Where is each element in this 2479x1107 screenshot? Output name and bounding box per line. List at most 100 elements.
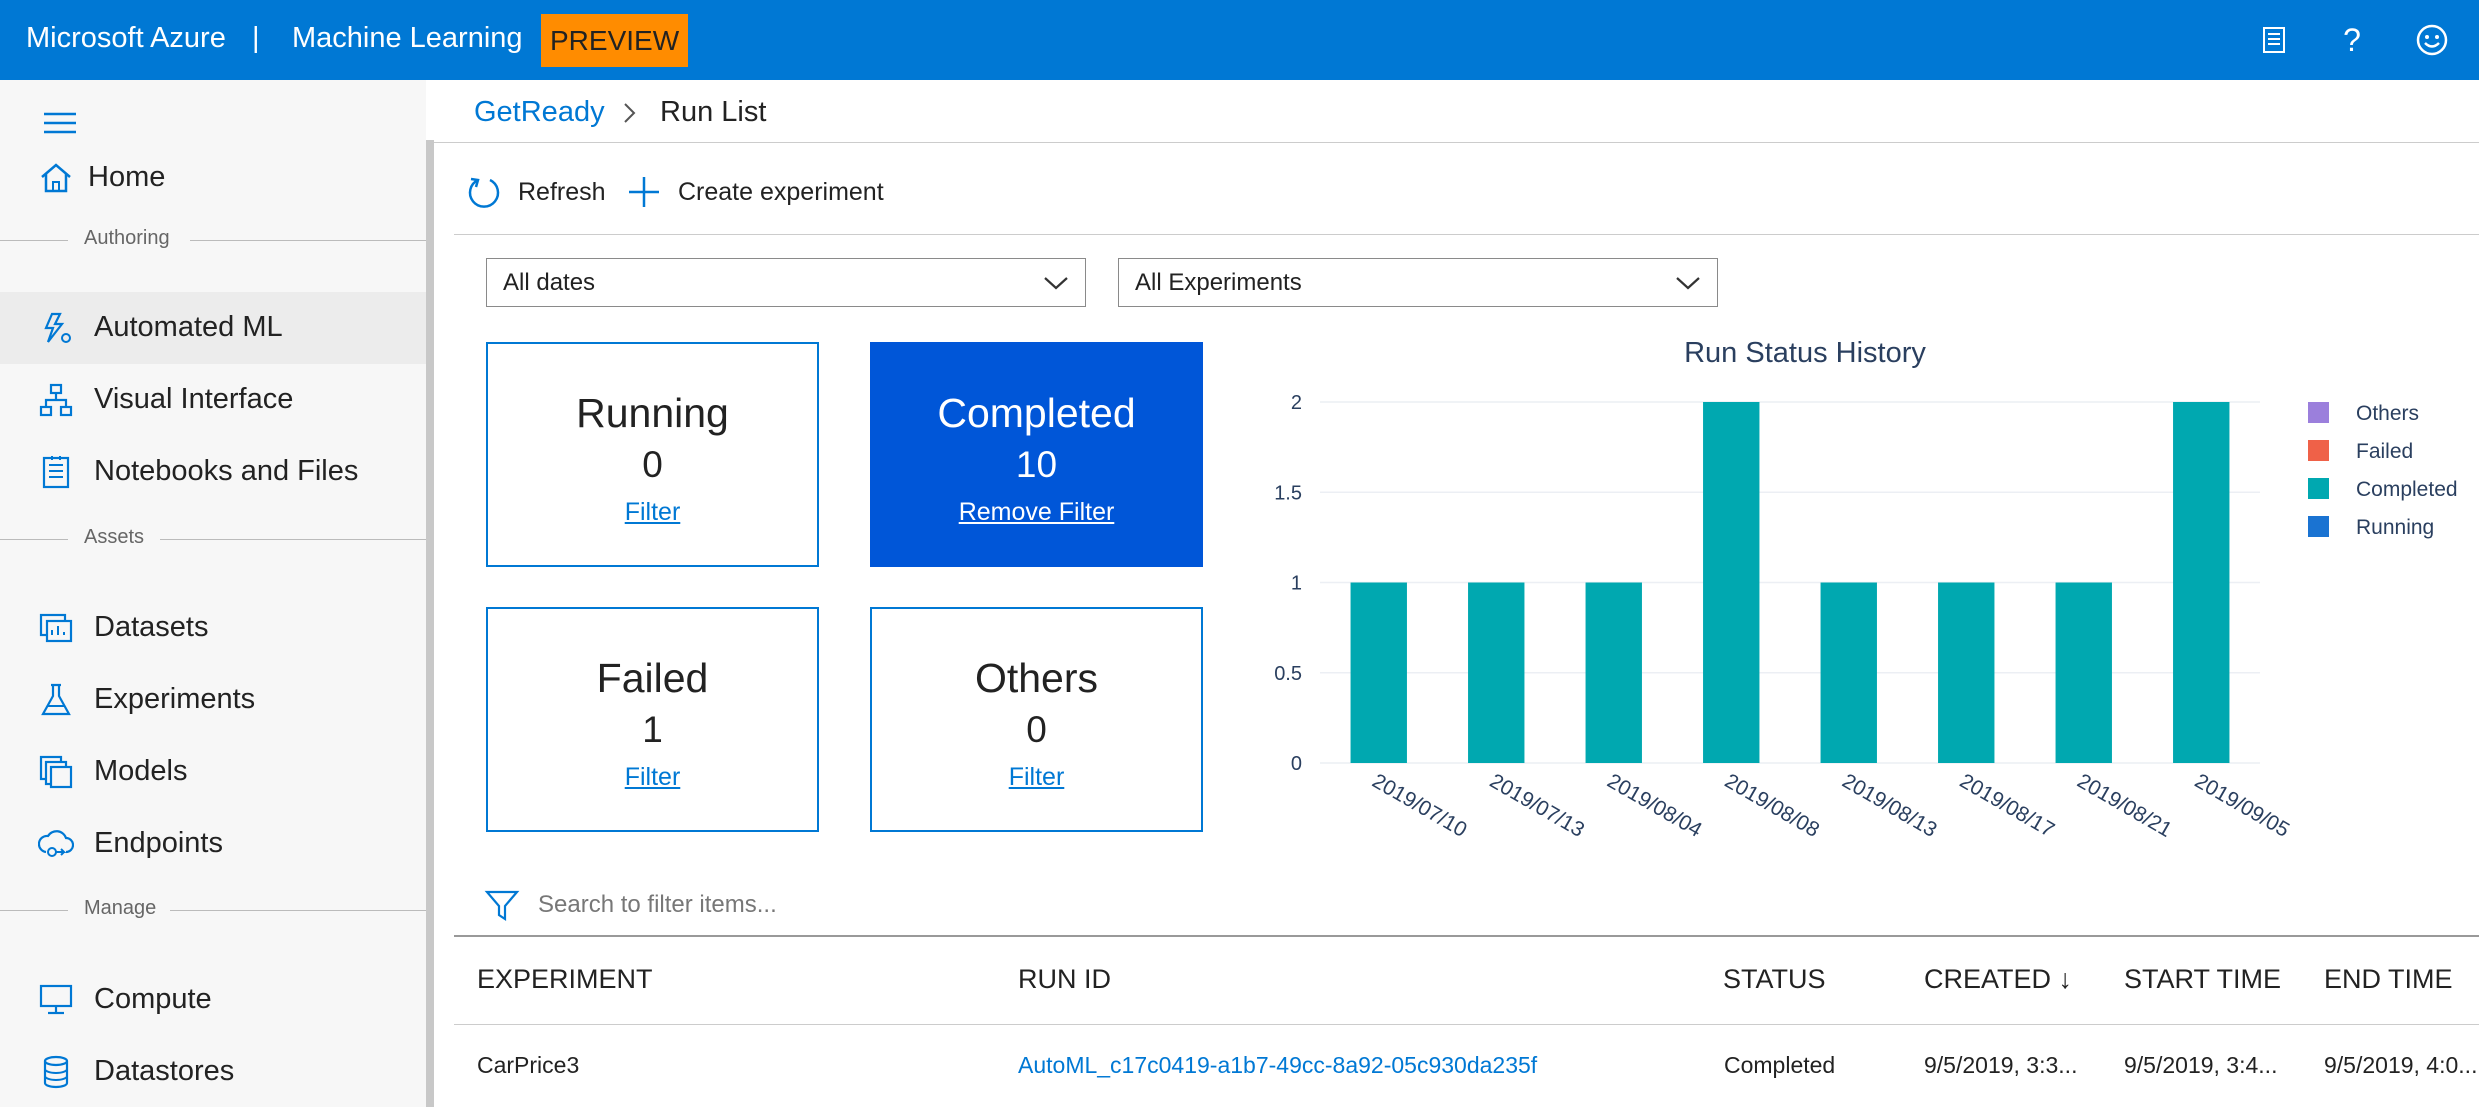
sidebar-item-automated-ml[interactable]: Automated ML [0, 292, 426, 364]
sidebar-item-datasets[interactable]: Datasets [0, 592, 426, 664]
cell-run-id-link[interactable]: AutoML_c17c0419-a1b7-49cc-8a92-05c930da2… [1018, 1052, 1537, 1079]
sidebar-item-label: Datastores [94, 1055, 235, 1087]
sidebar-item-experiments[interactable]: Experiments [0, 664, 426, 736]
sidebar-item-home[interactable]: Home [0, 142, 426, 214]
status-card-title: Others [974, 655, 1099, 701]
plus-icon [629, 177, 659, 207]
divider [454, 1024, 2479, 1025]
bar-completed [2173, 402, 2230, 763]
endpoints-icon [38, 830, 74, 857]
sidebar-item-datastores[interactable]: Datastores [0, 1036, 426, 1107]
chart-title: Run Status History [1684, 337, 1926, 369]
experiment-filter-dropdown[interactable]: All Experiments [1118, 258, 1718, 307]
bar-completed [1938, 582, 1995, 763]
status-card-others[interactable]: Others 0 Filter [870, 607, 1203, 832]
others-filter-link[interactable]: Filter [872, 763, 1201, 792]
status-card-title: Running [576, 390, 729, 436]
experiment-filter-value: All Experiments [1135, 269, 1302, 296]
date-filter-value: All dates [503, 269, 596, 296]
y-tick-label: 0.5 [1274, 663, 1302, 685]
legend-label: Others [2356, 402, 2419, 425]
y-tick-label: 2 [1291, 392, 1302, 414]
section-label: Manage [84, 897, 157, 919]
breadcrumb-getready[interactable]: GetReady [474, 96, 605, 129]
sidebar-item-label: Automated ML [94, 311, 283, 343]
top-bar: Microsoft Azure | Machine Learning PREVI… [0, 0, 2479, 80]
sidebar-item-label: Datasets [94, 611, 209, 643]
status-card-title: Completed [937, 390, 1136, 436]
refresh-button[interactable]: Refresh [466, 170, 606, 214]
product-title[interactable]: Machine Learning [292, 22, 523, 55]
bar-completed [1468, 582, 1525, 763]
status-card-running[interactable]: Running 0 Filter [486, 342, 819, 567]
legend-swatch-completed [2308, 478, 2329, 499]
status-card-failed[interactable]: Failed 1 Filter [486, 607, 819, 832]
x-tick-label: 2019/08/17 [1956, 769, 2059, 841]
legend-label: Failed [2356, 440, 2413, 463]
legend-label: Completed [2356, 478, 2458, 501]
search-filter [484, 884, 1138, 926]
sidebar-item-label: Visual Interface [94, 383, 294, 415]
sidebar-item-models[interactable]: Models [0, 736, 426, 808]
brand-title[interactable]: Microsoft Azure [26, 22, 226, 55]
search-input[interactable] [538, 891, 1138, 919]
completed-remove-filter-link[interactable]: Remove Filter [872, 498, 1201, 527]
divider [454, 935, 2479, 937]
x-tick-label: 2019/07/10 [1368, 769, 1471, 841]
help-icon[interactable]: ? [2328, 16, 2376, 64]
column-header-run-id[interactable]: RUN ID [1018, 964, 1111, 995]
legend-swatch-running [2308, 516, 2329, 537]
sidebar-item-visual-interface[interactable]: Visual Interface [0, 364, 426, 436]
status-card-completed[interactable]: Completed 10 Remove Filter [870, 342, 1203, 567]
sidebar-item-endpoints[interactable]: Endpoints [0, 808, 426, 880]
x-tick-label: 2019/08/08 [1721, 769, 1824, 841]
x-tick-label: 2019/08/13 [1838, 769, 1941, 841]
sidebar-item-compute[interactable]: Compute [0, 964, 426, 1036]
breadcrumb-current: Run List [660, 96, 767, 128]
status-card-count: 1 [642, 709, 663, 750]
legend-swatch-others [2308, 402, 2329, 423]
filter-icon [484, 890, 520, 922]
status-card-title: Failed [596, 655, 709, 701]
sidebar-item-label: Compute [94, 983, 212, 1015]
column-header-experiment[interactable]: EXPERIMENT [477, 964, 653, 995]
running-filter-link[interactable]: Filter [488, 498, 817, 527]
bar-completed [1820, 582, 1877, 763]
cell-created: 9/5/2019, 3:3... [1924, 1052, 2078, 1078]
x-tick-label: 2019/07/13 [1486, 769, 1589, 841]
sidebar-scrollbar[interactable] [426, 140, 434, 1107]
sidebar: Home Authoring Automated ML Visual Inter… [0, 80, 426, 1107]
column-header-created[interactable]: CREATED ↓ [1924, 964, 2072, 995]
status-card-count: 10 [1015, 444, 1058, 485]
date-filter-dropdown[interactable]: All dates [486, 258, 1086, 307]
status-card-count: 0 [642, 444, 663, 485]
x-tick-label: 2019/08/04 [1603, 769, 1706, 842]
create-experiment-label: Create experiment [678, 177, 884, 206]
hamburger-menu-icon[interactable] [42, 106, 78, 142]
visual-interface-icon [39, 383, 73, 417]
sidebar-item-notebooks[interactable]: Notebooks and Files [0, 436, 426, 508]
bar-completed [2055, 582, 2112, 763]
cell-status: Completed [1724, 1052, 1836, 1078]
compute-icon [39, 984, 73, 1015]
notebook-icon [42, 456, 70, 489]
section-assets: Assets [0, 524, 426, 554]
create-experiment-button[interactable]: Create experiment [626, 170, 884, 214]
section-label: Authoring [84, 227, 170, 249]
failed-filter-link[interactable]: Filter [488, 763, 817, 792]
divider [454, 234, 2479, 235]
y-tick-label: 1 [1291, 573, 1302, 595]
smiley-icon[interactable] [2408, 16, 2456, 64]
section-label: Assets [84, 526, 145, 548]
sidebar-item-label: Home [88, 161, 166, 193]
column-header-end-time[interactable]: END TIME [2324, 964, 2453, 995]
feedback-icon[interactable] [2250, 16, 2298, 64]
cell-end-time: 9/5/2019, 4:0... [2324, 1052, 2478, 1078]
column-header-status[interactable]: STATUS [1723, 964, 1826, 995]
flask-icon [41, 683, 71, 716]
section-manage: Manage [0, 895, 426, 925]
cell-experiment: CarPrice3 [477, 1052, 580, 1078]
column-header-start-time[interactable]: START TIME [2124, 964, 2281, 995]
automated-ml-icon [44, 312, 71, 343]
sidebar-item-label: Notebooks and Files [94, 455, 359, 487]
